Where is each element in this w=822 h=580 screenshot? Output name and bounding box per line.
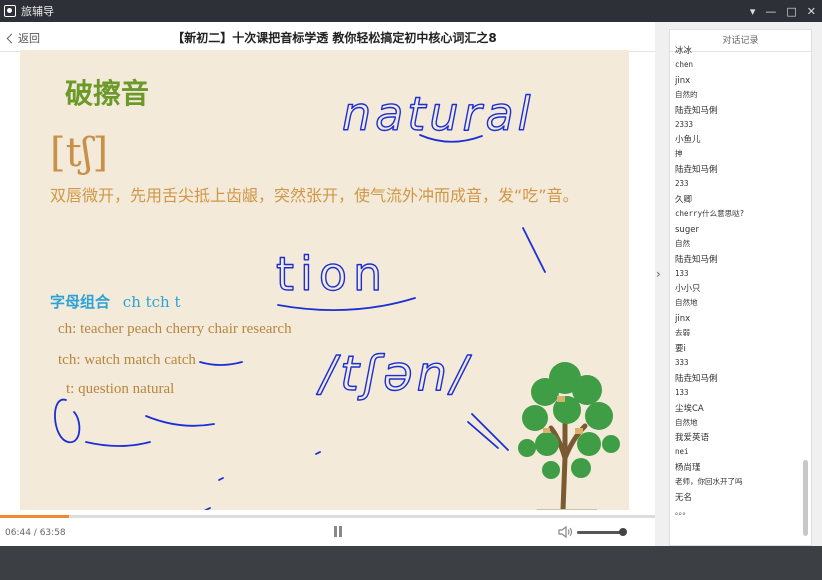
volume-slider-handle[interactable]	[619, 528, 627, 536]
chat-log: 对话记录 冰冰 chen jinx 自然的 陆垚知马俐 2333 小鱼儿抻陆垚知马俐 233 久…	[669, 29, 812, 546]
chat-message: 陆垚知马俐 2333	[675, 104, 799, 134]
chat-username: 陆垚知马俐	[675, 105, 718, 116]
app-logo-icon	[4, 5, 16, 17]
chat-username: 尘埃CA	[675, 403, 704, 414]
chat-username: jinx	[675, 314, 691, 325]
volume-slider[interactable]	[577, 531, 623, 534]
chat-message: 我爱英语 nei	[675, 431, 799, 461]
maximize-button[interactable]: □	[786, 5, 796, 18]
chat-text: 去弱	[675, 328, 690, 338]
chat-username: suger	[675, 224, 699, 235]
chat-username: 陆垚知马俐	[675, 373, 718, 384]
chat-text: 。。。	[675, 506, 690, 516]
volume-icon[interactable]	[558, 525, 574, 539]
pause-button[interactable]	[333, 526, 343, 538]
chat-text: 133	[675, 387, 689, 397]
chat-username: 杨尚瑾	[675, 463, 701, 474]
chat-message: 尘埃CA 自然地	[675, 402, 799, 432]
chat-message: 久卿 cherry什么意思哒?	[675, 193, 799, 223]
app-title: 旅辅导	[21, 5, 54, 18]
collapse-panel-icon[interactable]: ›	[656, 267, 661, 281]
chat-username: 陆垚知马俐	[675, 165, 718, 176]
chat-message: 陆垚知马俐 133	[675, 253, 799, 283]
underline-cherry	[199, 361, 243, 366]
handwriting-natural: natural	[342, 87, 534, 141]
main-panel: 返回 【新初二】十次课把音标学透 教你轻松搞定初中核心词汇之8 破擦音 [tʃ]…	[0, 22, 655, 546]
course-title: 【新初二】十次课把音标学透 教你轻松搞定初中核心词汇之8	[172, 31, 497, 45]
chat-message: 杨尚瑾老师，你回水开了吗	[675, 461, 799, 491]
chat-message: suger 自然	[675, 223, 799, 253]
dot-2	[218, 477, 224, 481]
chat-scrollbar[interactable]	[803, 460, 808, 536]
handwriting-phonetic: /tʃən/	[316, 346, 472, 402]
chat-username: 小鱼儿	[675, 135, 701, 146]
chat-message: 冰冰 chen	[675, 44, 799, 74]
chat-username: 要i	[675, 343, 686, 354]
chat-message: 无名。。。	[675, 491, 799, 521]
menu-dropdown-icon[interactable]: ▾	[750, 5, 756, 18]
chat-message: 小鱼儿抻	[675, 133, 799, 163]
tree-illustration	[518, 362, 620, 510]
close-button[interactable]: ✕	[807, 5, 816, 18]
chat-message: 小小只 自然地	[675, 282, 799, 312]
chat-username: 久卿	[675, 194, 693, 205]
chat-message: 陆垚知马俐 233	[675, 163, 799, 193]
chat-text: 抻	[675, 149, 683, 159]
lesson-slide: 破擦音 [tʃ] 双唇微开，先用舌尖抵上齿龈，突然张开，使气流外冲而成音，发“吃…	[20, 50, 629, 510]
chat-message: 要i 333	[675, 342, 799, 372]
chat-text: 133	[675, 268, 689, 278]
handwriting-tion: tion	[276, 247, 388, 301]
chat-username: 无名	[675, 492, 693, 503]
chat-text: 自然地	[675, 417, 698, 427]
arrow-stroke-1	[471, 413, 509, 451]
chat-text: 自然地	[675, 298, 698, 308]
underline-natural-word	[145, 415, 215, 427]
chat-username: jinx	[675, 75, 691, 86]
chat-username: 我爱英语	[675, 433, 710, 444]
progress-fill	[0, 515, 69, 518]
chat-message: jinx 自然的	[675, 74, 799, 104]
current-time: 06:44	[5, 528, 31, 538]
chat-message: jinx 去弱	[675, 312, 799, 342]
chat-username: 冰冰	[675, 46, 693, 56]
dot-1	[315, 451, 321, 455]
time-display: 06:44 / 63:58	[5, 528, 66, 538]
total-time: 63:58	[39, 528, 66, 538]
chat-username: 小小只	[675, 284, 701, 295]
bottom-bar	[0, 546, 822, 580]
dot-3	[203, 507, 211, 510]
chat-message: 陆垚知马俐 133	[675, 372, 799, 402]
chat-text: cherry什么意思哒?	[675, 208, 745, 218]
chat-username: 陆垚知马俐	[675, 254, 718, 265]
slash-stroke	[522, 227, 546, 273]
underline-question	[85, 441, 151, 447]
chat-text: 自然的	[675, 89, 698, 99]
chat-messages[interactable]: 冰冰 chen jinx 自然的 陆垚知马俐 2333 小鱼儿抻陆垚知马俐 233 久卿 cher…	[675, 44, 799, 521]
minimize-button[interactable]: —	[765, 5, 776, 18]
chat-text: 333	[675, 357, 689, 367]
circle-t	[54, 399, 81, 443]
playback-progress-bar[interactable]	[0, 515, 655, 518]
nav-bar: 返回 【新初二】十次课把音标学透 教你轻松搞定初中核心词汇之8	[0, 22, 655, 52]
chat-text: 自然	[675, 238, 690, 248]
title-bar: 旅辅导 ▾ — □ ✕	[0, 0, 822, 22]
chat-text: 2333	[675, 119, 694, 129]
chat-text: chen	[675, 60, 694, 69]
chat-text: 老师，你回水开了吗	[675, 477, 743, 487]
chat-text: 233	[675, 179, 689, 189]
chat-text: nei	[675, 447, 689, 457]
